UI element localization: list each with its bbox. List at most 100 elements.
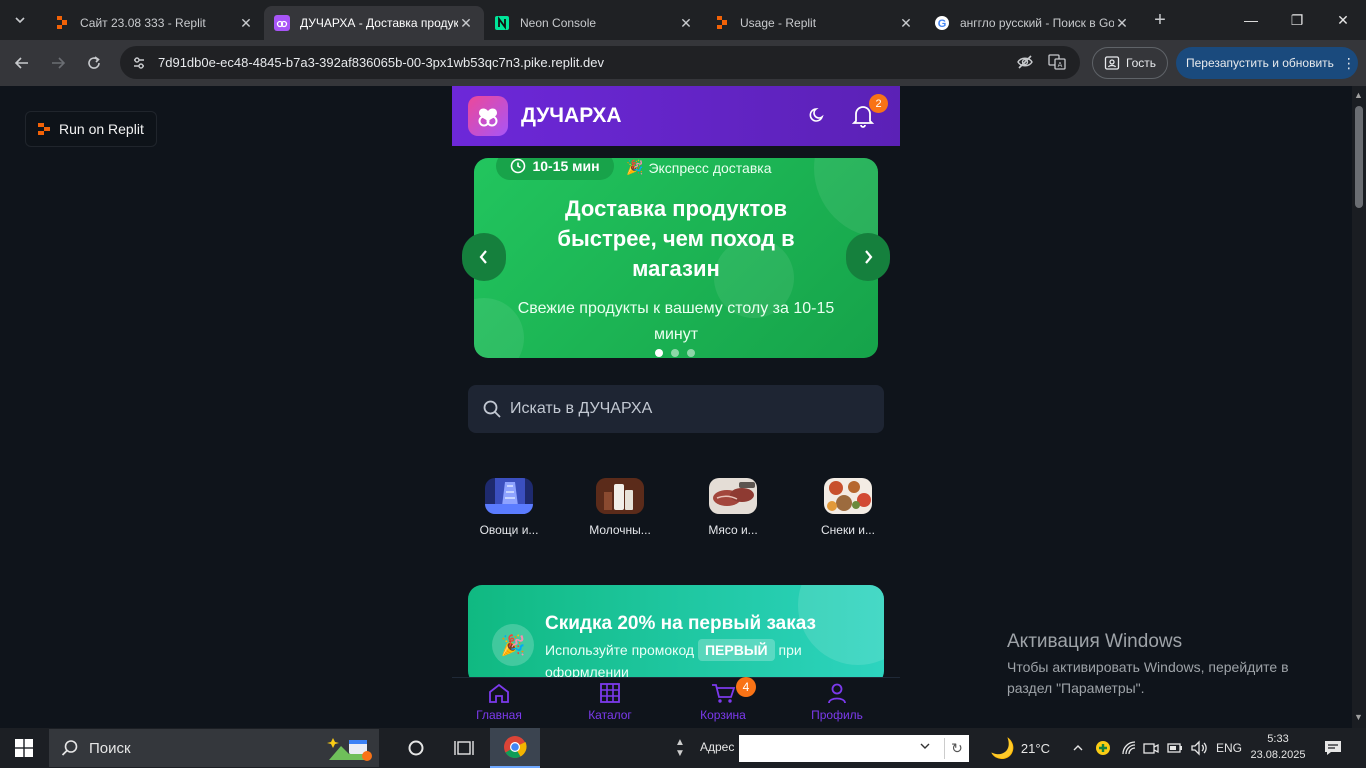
tab-title: ДУЧАРХА - Доставка продуктов [300, 16, 458, 30]
page-scrollbar[interactable]: ▲ ▼ [1352, 86, 1366, 728]
browser-tab-neon[interactable]: Neon Console ✕ [484, 6, 704, 40]
tab-search-button[interactable] [4, 6, 36, 34]
party-popper-icon: 🎉 [492, 624, 534, 666]
site-info-icon[interactable] [124, 55, 154, 71]
banner-title: Доставка продуктов быстрее, чем поход в … [557, 196, 795, 281]
cart-icon [712, 684, 736, 703]
category-image [824, 478, 872, 514]
category-label: Овощи и... [479, 523, 539, 537]
browser-toolbar: 7d91db0e-ec48-4845-b7a3-392af836065b-00-… [0, 40, 1366, 86]
scrollbar-thumb[interactable] [1355, 106, 1363, 208]
url-text: 7d91db0e-ec48-4845-b7a3-392af836065b-00-… [158, 55, 604, 70]
close-icon[interactable]: ✕ [238, 15, 254, 32]
scroll-down-arrow-icon[interactable]: ▼ [1354, 712, 1363, 722]
search-input[interactable]: Искать в ДУЧАРХА [468, 385, 884, 433]
promo-title: Скидка 20% на первый заказ [545, 613, 816, 634]
carousel-dot[interactable] [655, 349, 663, 357]
restart-update-button[interactable]: Перезапустить и обновить ⋮ [1176, 47, 1358, 79]
category-meat[interactable]: Мясо и... [688, 478, 778, 537]
window-close-button[interactable]: ✕ [1320, 0, 1366, 40]
arrow-left-icon [14, 57, 28, 69]
eye-off-icon[interactable] [1016, 53, 1034, 74]
close-icon[interactable]: ✕ [678, 15, 694, 32]
browser-tab-ducharkha[interactable]: ДУЧАРХА - Доставка продуктов ✕ [264, 6, 484, 40]
nav-catalog[interactable]: Каталог [575, 682, 645, 722]
browser-tab-usage[interactable]: Usage - Replit ✕ [704, 6, 924, 40]
category-dairy[interactable]: Молочны... [575, 478, 665, 537]
category-label: Снеки и... [821, 523, 875, 537]
promo-text-before: Используйте промокод [545, 642, 695, 658]
tab-title: Usage - Replit [740, 16, 817, 30]
tab-title: Neon Console [520, 16, 597, 30]
volume-icon[interactable] [1190, 728, 1208, 768]
weather-temp: 21°C [1020, 740, 1050, 756]
app-tray-icon[interactable] [1095, 728, 1111, 768]
address-toolbar-input[interactable]: ↻ [739, 735, 969, 762]
more-vertical-icon[interactable]: ⋮ [1342, 55, 1356, 72]
carousel-dot[interactable] [671, 349, 679, 357]
nav-home[interactable]: Главная [464, 682, 534, 722]
guest-profile-button[interactable]: Гость [1092, 47, 1168, 79]
reload-button[interactable] [76, 45, 112, 81]
carousel-dot[interactable] [687, 349, 695, 357]
nav-profile-label: Профиль [811, 708, 863, 722]
show-hidden-icons-chevron-up-icon[interactable] [1072, 728, 1084, 768]
browser-tab-google[interactable]: G анггло русский - Поиск в Google ✕ [924, 6, 1140, 40]
reload-icon [88, 56, 100, 69]
minimize-button[interactable]: — [1228, 0, 1274, 40]
close-icon[interactable]: ✕ [898, 15, 914, 32]
language-indicator[interactable]: ENG [1216, 728, 1242, 768]
task-view-icon[interactable] [440, 728, 488, 768]
forward-button[interactable] [40, 45, 76, 81]
moon-icon[interactable] [808, 106, 826, 129]
taskbar-search[interactable]: Поиск [49, 729, 379, 767]
search-highlight-icon [325, 734, 373, 766]
address-toolbar-label: Адрес [700, 740, 735, 754]
neon-icon [494, 15, 510, 31]
category-vegetables[interactable]: Овощи и... [464, 478, 554, 537]
chrome-taskbar-button[interactable] [490, 728, 540, 768]
close-icon[interactable]: ✕ [458, 15, 474, 32]
scroll-up-arrow-icon[interactable]: ▲ [1354, 90, 1363, 100]
category-label: Молочны... [589, 523, 651, 537]
svg-text:G: G [938, 18, 947, 30]
home-icon [489, 683, 509, 703]
translate-icon[interactable]: A [1048, 53, 1066, 74]
weather-widget[interactable]: 🌙 21°C [990, 728, 1050, 768]
promo-banner[interactable]: 🎉 Скидка 20% на первый заказ Используйте… [468, 585, 884, 685]
notifications-icon[interactable] [1323, 728, 1343, 768]
camera-icon[interactable] [1143, 728, 1159, 768]
logo-icon[interactable] [468, 96, 508, 136]
category-image [485, 478, 533, 514]
cortana-icon[interactable] [392, 728, 440, 768]
carousel-prev-button[interactable] [462, 233, 506, 281]
start-button[interactable] [0, 728, 48, 768]
chevron-down-icon[interactable] [919, 740, 931, 755]
toolbar-scroll-arrows-icon[interactable]: ▲ ▼ [670, 728, 690, 768]
google-icon: G [934, 15, 950, 31]
hero-banner[interactable]: 10-15 мин 🎉 Экспресс доставка Доставка п… [474, 158, 878, 358]
promo-code[interactable]: ПЕРВЫЙ [697, 639, 775, 661]
restore-button[interactable]: ❐ [1274, 0, 1320, 40]
carousel-next-button[interactable] [846, 233, 890, 281]
browser-tab-replit-site[interactable]: Сайт 23.08 333 - Replit ✕ [44, 6, 264, 40]
wifi-icon[interactable] [1121, 728, 1137, 768]
tab-title: анггло русский - Поиск в Google [960, 16, 1114, 30]
category-snacks[interactable]: Снеки и... [803, 478, 893, 537]
nav-home-label: Главная [476, 708, 522, 722]
express-label: 🎉 Экспресс доставка [626, 159, 771, 176]
windows-taskbar: Поиск ▲ ▼ Адрес ↻ 🌙 21°C ENG 5:33 23.08.… [0, 728, 1366, 768]
address-bar[interactable]: 7d91db0e-ec48-4845-b7a3-392af836065b-00-… [120, 46, 1080, 79]
clock-date: 23.08.2025 [1250, 749, 1306, 761]
close-icon[interactable]: ✕ [1114, 15, 1130, 32]
notification-badge: 2 [869, 94, 888, 113]
battery-icon[interactable] [1166, 728, 1184, 768]
run-on-replit-button[interactable]: Run on Replit [25, 111, 157, 147]
nav-profile[interactable]: Профиль [802, 682, 872, 722]
user-icon [828, 683, 846, 704]
go-refresh-icon[interactable]: ↻ [944, 738, 969, 759]
back-button[interactable] [4, 45, 40, 81]
search-placeholder: Искать в ДУЧАРХА [510, 400, 653, 417]
system-clock[interactable]: 5:33 23.08.2025 [1248, 731, 1308, 763]
new-tab-button[interactable]: + [1146, 6, 1174, 34]
